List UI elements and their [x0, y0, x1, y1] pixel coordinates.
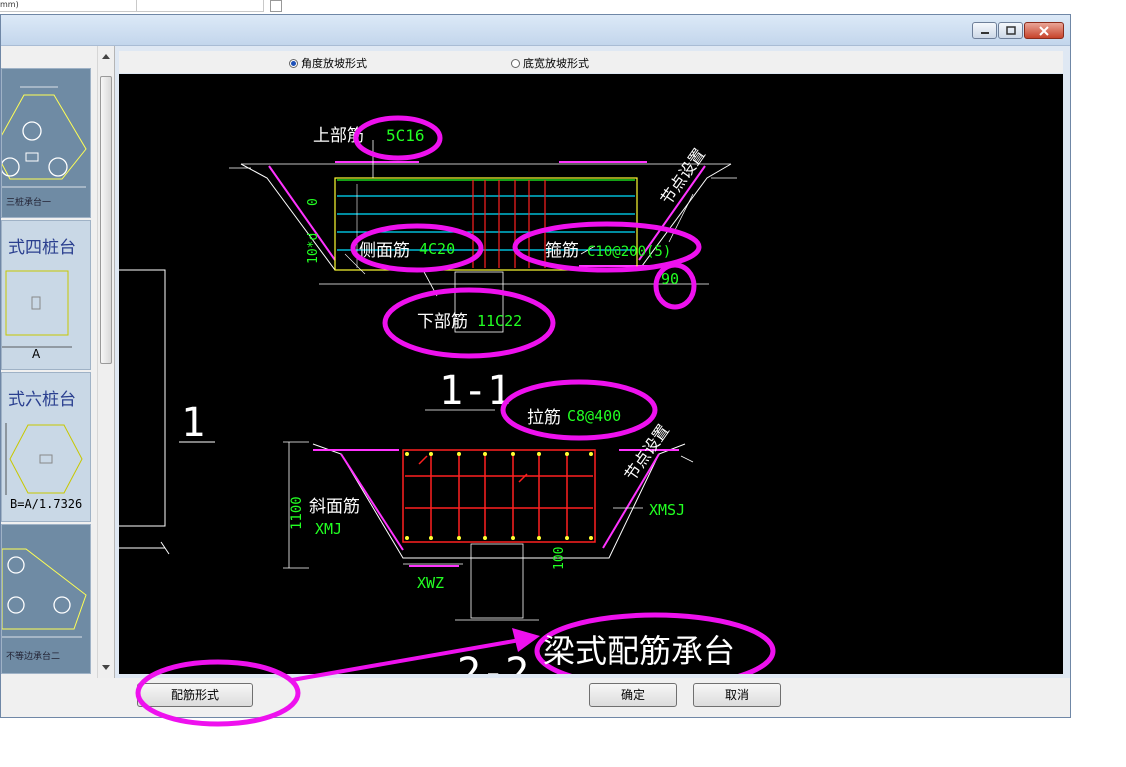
thumbnail-irregular-cap[interactable]: 不等边承台二	[1, 524, 91, 674]
background-cell	[137, 0, 264, 12]
section-title-2: 2-2	[457, 650, 529, 674]
four-pile-cap-icon	[2, 270, 72, 348]
close-icon	[1039, 25, 1049, 36]
background-cell: mm)	[0, 0, 137, 12]
dim-10d: 10*d	[306, 233, 321, 264]
angle-value: 90	[661, 270, 679, 288]
minimize-icon	[980, 31, 989, 34]
scroll-down-icon[interactable]	[98, 662, 114, 674]
thumbnail-four-pile-cap[interactable]: 式四桩台 A	[1, 220, 91, 370]
tie-value: C8@400	[567, 407, 621, 425]
callout-label: 梁式配筋承台	[543, 632, 735, 670]
section-2-rebar-dots	[405, 452, 593, 540]
slope-mode-options: 角度放坡形式 底宽放坡形式	[119, 51, 1063, 73]
radio-width-slope[interactable]: 底宽放坡形式	[511, 55, 589, 71]
plan-label: 1	[181, 400, 205, 446]
xwz-code: XWZ	[417, 574, 444, 592]
dim-100: 100	[552, 547, 567, 570]
reinforce-style-button[interactable]: 配筋形式	[137, 683, 253, 707]
background-checkbox	[266, 0, 286, 12]
thumbnail-three-pile-cap[interactable]: 三桩承台一	[1, 68, 91, 218]
radio-angle-slope[interactable]: 角度放坡形式	[289, 55, 367, 71]
radio-label: 底宽放坡形式	[523, 57, 589, 70]
bottom-rebar-value: 11C22	[477, 312, 522, 330]
height-dim: 1100	[289, 496, 305, 530]
radio-selected-icon	[289, 58, 298, 68]
thumbnail-dim: A	[32, 347, 41, 361]
title-bar	[1, 15, 1070, 46]
stirrup-label: 箍筋	[545, 241, 579, 261]
bottom-rebar-label: 下部筋	[417, 312, 468, 332]
background-window-strip: mm)	[0, 0, 290, 12]
thumbnail-dim: B=A/1.7326	[10, 497, 83, 511]
stirrup-value: C10@200(5)	[587, 244, 671, 260]
maximize-button[interactable]	[998, 22, 1023, 39]
minimize-button[interactable]	[972, 22, 997, 39]
close-button[interactable]	[1024, 22, 1064, 39]
thumbnail-scrollbar[interactable]	[97, 46, 114, 678]
thumbnail-six-pile-cap[interactable]: 式六桩台 B=A/1.7326	[1, 372, 91, 522]
radio-unselected-icon	[511, 58, 520, 68]
section-2-cage	[402, 449, 596, 543]
dim-zero: 0	[306, 198, 321, 206]
tie-label: 拉筋	[527, 408, 561, 428]
button-bar: 配筋形式 确定 取消	[1, 678, 1070, 717]
scroll-up-icon[interactable]	[98, 50, 114, 62]
xmsj-code: XMSJ	[649, 501, 685, 519]
ok-button[interactable]: 确定	[589, 683, 677, 707]
thumbnail-caption: 不等边承台二	[6, 652, 61, 662]
highlight-ellipses	[350, 115, 776, 690]
slope-rebar-label: 斜面筋	[309, 497, 360, 517]
top-rebar-value: 5C16	[386, 126, 425, 145]
section-title-1: 1-1	[439, 368, 511, 414]
scroll-thumb[interactable]	[100, 76, 112, 364]
side-rebar-value: 4C20	[419, 240, 455, 258]
cap-type-list: 三桩承台一 式四桩台 A 式六桩台 B=A/1.7326 不等边承台二	[1, 46, 115, 678]
radio-label: 角度放坡形式	[301, 57, 367, 70]
maximize-icon	[1005, 26, 1016, 35]
thumbnail-caption: 三桩承台一	[6, 198, 52, 208]
window-controls	[971, 22, 1064, 39]
side-rebar-label: 侧面筋	[359, 241, 410, 261]
drawing-canvas: 1 上部筋 5C16 侧面筋 4C20 箍筋 C10@200(5) 下部筋 11…	[119, 74, 1063, 696]
cancel-button[interactable]: 取消	[693, 683, 781, 707]
slope-rebar-code: XMJ	[315, 520, 342, 538]
rebar-dialog: 三桩承台一 式四桩台 A 式六桩台 B=A/1.7326 不等边承台二 角度放坡…	[0, 14, 1071, 718]
section-drawings: 1 上部筋 5C16 侧面筋 4C20 箍筋 C10@200(5) 下部筋 11…	[119, 115, 776, 696]
background-cell-text: mm)	[0, 0, 19, 9]
